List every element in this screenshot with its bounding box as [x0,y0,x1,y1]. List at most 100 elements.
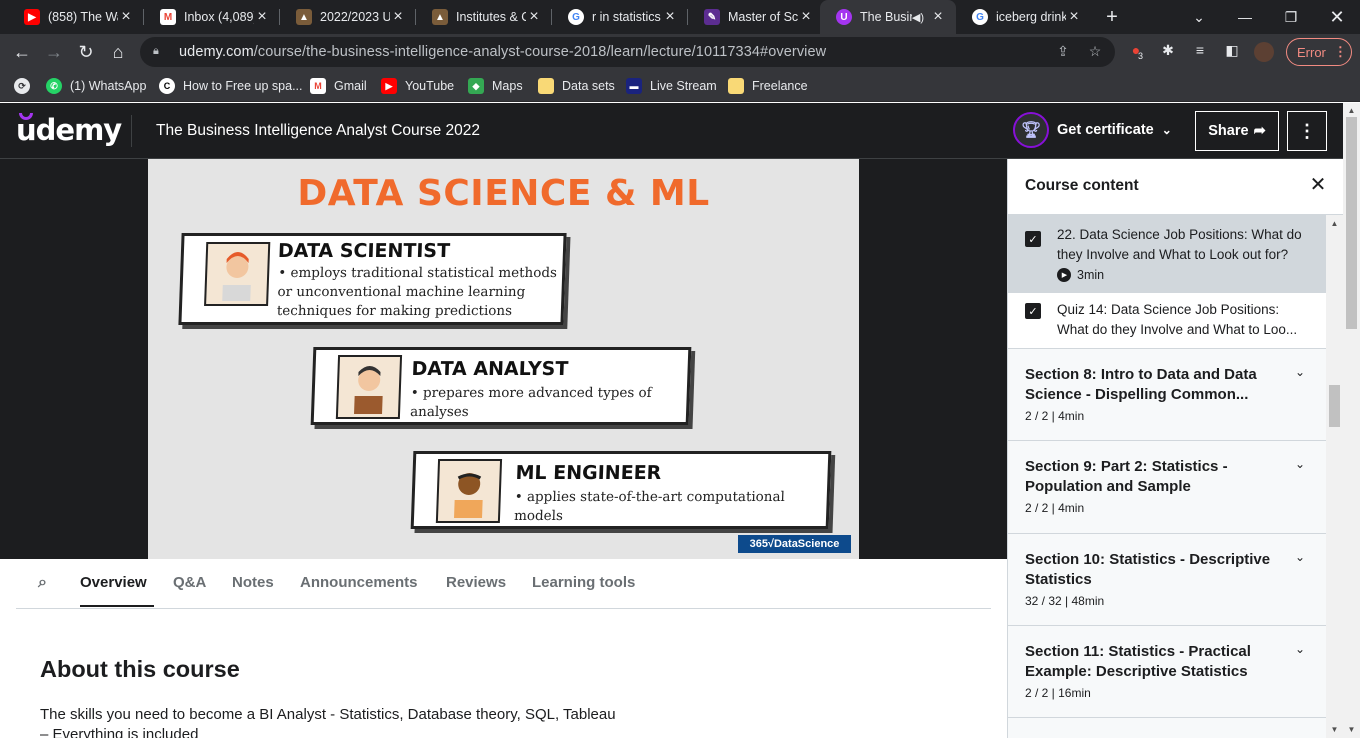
scrollbar-thumb[interactable] [1329,385,1340,427]
bookmark-data-sets[interactable]: Data sets [538,76,615,96]
bookmark-label: YouTube [405,79,455,93]
role-title: ML ENGINEER [515,462,662,484]
restore-icon[interactable]: ❐ [1268,0,1314,34]
udemy-logo[interactable]: udemy [16,113,122,147]
youtube-icon: ▶ [24,9,40,25]
video-player[interactable]: DATA SCIENCE & ML DATA SCIENTIST • emplo… [0,159,1007,559]
lecture-title: 22. Data Science Job Positions: What do … [1057,227,1302,262]
bookmark-maps[interactable]: ◆ Maps [468,76,523,96]
role-description: • prepares more advanced types of analys… [409,385,652,420]
apps-icon[interactable]: ⟳ [14,76,38,96]
forward-icon[interactable]: → [42,40,66,64]
scrollbar-thumb[interactable] [1346,117,1357,329]
new-tab-button[interactable]: + [1090,0,1134,34]
profile-avatar[interactable] [1254,42,1274,62]
section-meta: 2 / 2 | 4min [1025,409,1085,423]
gmail-icon: M [160,9,176,25]
section-meta: 2 / 2 | 4min [1025,501,1085,515]
scroll-up-icon[interactable]: ▲ [1330,219,1339,228]
lecture-item-current[interactable]: ✓ 22. Data Science Job Positions: What d… [1008,215,1326,293]
bookmark-label: (1) WhatsApp [70,79,147,93]
window-close-icon[interactable]: ✕ [1314,0,1360,34]
page-scrollbar[interactable]: ▲ ▼ [1343,103,1360,738]
close-icon[interactable]: × [1066,8,1082,26]
reload-icon[interactable]: ↻ [74,40,98,64]
browser-tab[interactable]: ▶ (858) The Wal × [8,0,144,34]
bookmark-label: Maps [492,79,523,93]
section-header[interactable]: Section 9: Part 2: Statistics - Populati… [1008,440,1326,533]
scroll-down-icon[interactable]: ▼ [1330,725,1339,734]
error-label: Error [1297,44,1326,60]
tab-qa[interactable]: Q&A [173,574,206,591]
tab-reviews[interactable]: Reviews [446,574,506,591]
lecture-item-quiz[interactable]: ✓ Quiz 14: Data Science Job Positions: W… [1008,293,1326,349]
section-header[interactable] [1008,717,1326,738]
browser-tab[interactable]: M Inbox (4,089) × [144,0,280,34]
home-icon[interactable]: ⌂ [106,40,130,64]
tab-notes[interactable]: Notes [232,574,274,591]
tab-search-icon[interactable]: ⌄ [1176,0,1222,34]
google-icon: G [972,9,988,25]
university-icon: ▲ [432,9,448,25]
section-header[interactable]: Section 10: Statistics - Descriptive Sta… [1008,533,1326,626]
minimize-icon[interactable]: — [1222,0,1268,34]
course-title[interactable]: The Business Intelligence Analyst Course… [156,122,480,140]
role-title: DATA ANALYST [411,358,569,380]
search-icon[interactable]: ⌕ [38,574,47,592]
close-icon[interactable]: × [526,8,542,26]
tab-announcements[interactable]: Announcements [300,574,418,591]
section-title: Section 11: Statistics - Practical Examp… [1025,643,1251,680]
close-icon[interactable]: ✕ [1308,175,1328,195]
bookmark-label: How to Free up spa... [183,79,303,93]
bookmark-gmail[interactable]: M Gmail [310,76,367,96]
side-panel-icon[interactable]: ◧ [1222,42,1242,62]
error-button[interactable]: Error ⋮ [1286,38,1352,66]
scroll-down-icon[interactable]: ▼ [1347,725,1356,734]
university-icon: ▲ [296,9,312,25]
close-icon[interactable]: × [662,8,678,26]
bookmark-star-icon[interactable]: ☆ [1086,43,1104,61]
close-icon[interactable]: × [930,8,946,26]
close-icon[interactable]: × [254,8,270,26]
browser-tab[interactable]: ▲ 2022/2023 UI × [280,0,416,34]
share-button[interactable]: Share ➦ [1195,111,1279,151]
browser-tab[interactable]: ▲ Institutes & C × [416,0,552,34]
speaker-icon[interactable]: ◀) [912,11,924,24]
section-header[interactable]: Section 11: Statistics - Practical Examp… [1008,625,1326,718]
url-path: /course/the-business-intelligence-analys… [253,44,827,60]
sidebar-scrollbar[interactable]: ▲ ▼ [1326,215,1343,738]
close-icon[interactable]: × [390,8,406,26]
lock-icon[interactable]: 🔒︎ [153,45,167,59]
close-icon[interactable]: × [118,8,134,26]
media-control-icon[interactable]: ≡ [1190,42,1210,62]
bookmark-live-stream[interactable]: ▬ Live Stream [626,76,717,96]
back-icon[interactable]: ← [10,40,34,64]
bookmark-whatsapp[interactable]: ✆ (1) WhatsApp [46,76,146,96]
close-icon[interactable]: × [798,8,814,26]
address-bar[interactable]: 🔒︎ udemy.com/course/the-business-intelli… [140,37,1115,67]
browser-tab-active[interactable]: U The Busin ◀) × [820,0,956,34]
brand-watermark: 365√DataScience [738,535,851,553]
purple-pen-icon: ✎ [704,9,720,25]
browser-tab[interactable]: G iceberg drink × [956,0,1092,34]
bookmark-freelance[interactable]: Freelance [728,76,808,96]
browser-tab[interactable]: G r in statistics × [552,0,688,34]
share-page-icon[interactable]: ⇪ [1054,43,1072,61]
tab-overview[interactable]: Overview [80,574,147,591]
get-certificate-button[interactable]: 🏆︎ Get certificate ⌄ [1013,112,1172,148]
tab-learning-tools[interactable]: Learning tools [532,574,635,591]
more-options-button[interactable]: ⋮ [1287,111,1327,151]
maps-icon: ◆ [468,78,484,94]
browser-tab[interactable]: ✎ Master of Sci × [688,0,824,34]
duration-text: 3min [1077,268,1105,282]
gmail-icon: M [310,78,326,94]
puzzle-extensions-icon[interactable]: ✱ [1158,42,1178,62]
checkbox-checked[interactable]: ✓ [1025,303,1041,319]
bookmark-youtube[interactable]: ▶ YouTube [381,76,454,96]
extension-icon[interactable]: ● 3 [1126,42,1146,62]
section-header[interactable]: Section 8: Intro to Data and Data Scienc… [1008,348,1326,441]
whatsapp-icon: ✆ [46,78,62,94]
scroll-up-icon[interactable]: ▲ [1347,106,1356,115]
bookmark-free-up-space[interactable]: C How to Free up spa... [159,76,303,96]
checkbox-checked[interactable]: ✓ [1025,231,1041,247]
